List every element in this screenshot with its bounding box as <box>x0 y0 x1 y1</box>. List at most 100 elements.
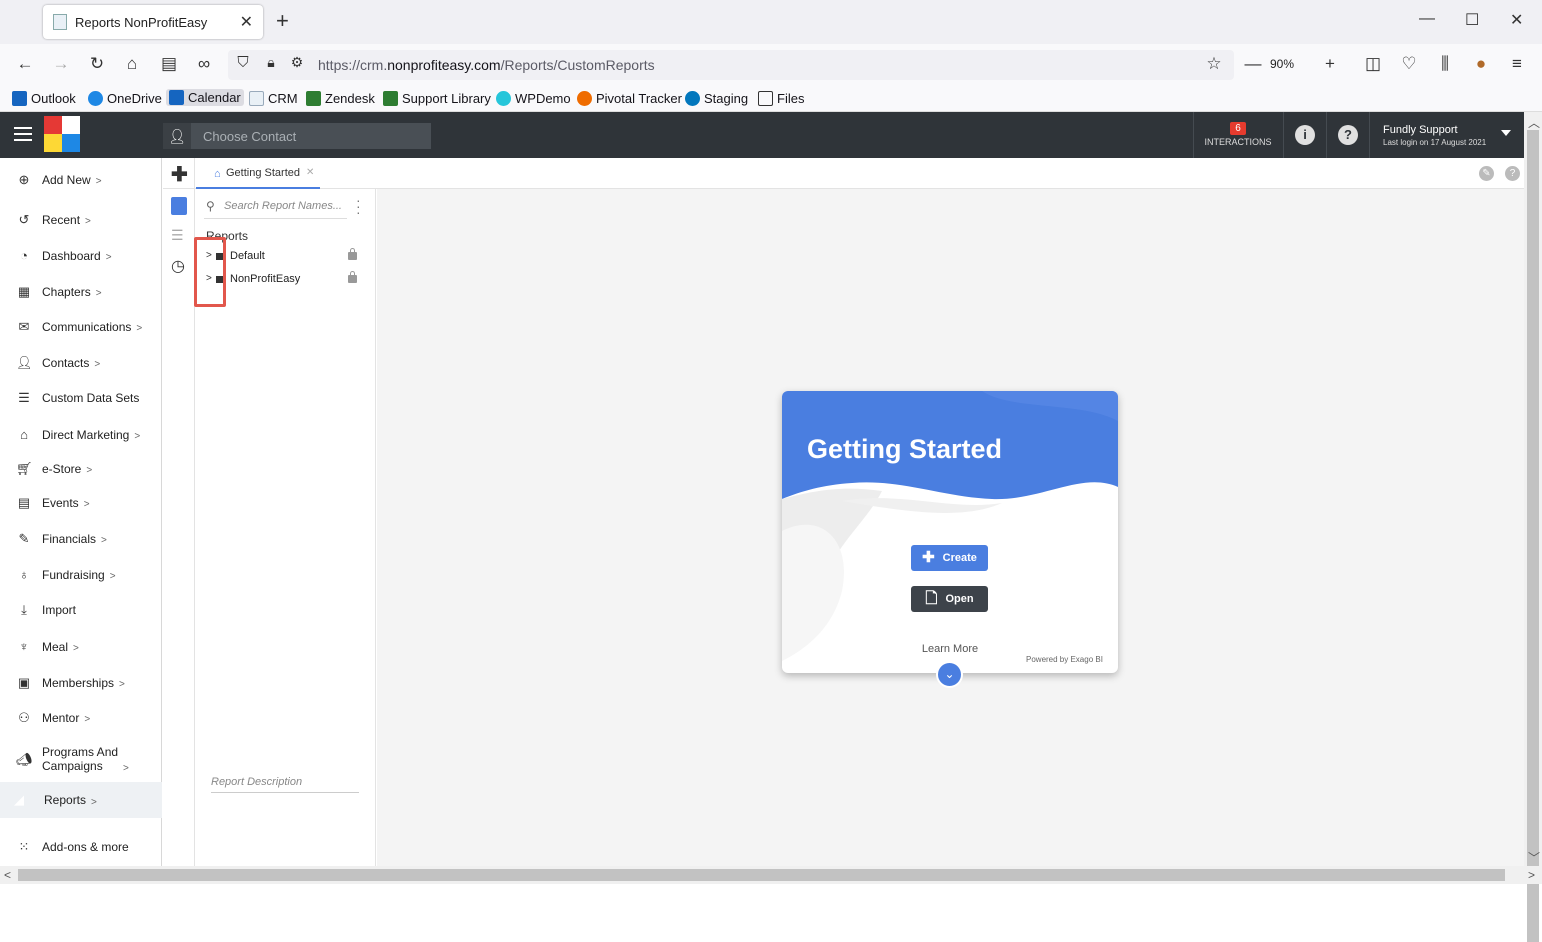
bookmark-onedrive[interactable]: OneDrive <box>88 91 162 106</box>
vertical-scrollbar[interactable]: ︿ ﹀ <box>1524 112 1542 942</box>
staging-icon <box>685 91 700 106</box>
hamburger-menu-icon[interactable] <box>14 127 32 145</box>
nav-direct-marketing[interactable]: ⌂ Direct Marketing > <box>0 427 162 442</box>
nav-chapters[interactable]: ▦ Chapters > <box>0 284 162 299</box>
nav-contacts[interactable]: 👤︎ Contacts > <box>0 355 162 370</box>
bookmark-crm[interactable]: CRM <box>249 91 298 106</box>
sidebar-icon[interactable]: ◫ <box>1362 54 1384 74</box>
data-icon[interactable]: ☰ <box>171 227 187 245</box>
url-bar[interactable]: ⛉ 🔒︎ ⚙ https://crm.nonprofiteasy.com/Rep… <box>228 50 1234 80</box>
bookmark-support-library[interactable]: Support Library <box>383 91 491 106</box>
learn-more-link[interactable]: Learn More <box>782 643 1118 655</box>
zoom-level[interactable]: 90% <box>1270 57 1294 71</box>
nav-events[interactable]: ▤ Events > <box>0 495 162 510</box>
container-icon[interactable]: ▤ <box>158 54 180 74</box>
search-icon: ⚲ <box>206 199 215 213</box>
close-tab-icon[interactable]: ✕ <box>306 167 314 178</box>
nav-dashboard[interactable]: ◔ Dashboard > <box>0 248 162 263</box>
nav-programs-and-campaigns[interactable]: 📣︎ Programs And Campaigns > <box>0 745 162 775</box>
new-tab-icon[interactable]: + <box>276 9 289 33</box>
lock-icon <box>348 271 357 283</box>
nav-mentor[interactable]: ⚇ Mentor > <box>0 710 162 725</box>
folder-nonprofiteasy[interactable]: > NonProfitEasy <box>206 271 361 290</box>
vertical-scroll-thumb[interactable] <box>1527 130 1539 942</box>
scroll-down-icon[interactable]: ﹀ <box>1528 849 1540 866</box>
nav-communications[interactable]: ✉ Communications > <box>0 319 162 334</box>
shield-icon[interactable]: ⛉ <box>232 54 254 71</box>
id-card-icon: ▣ <box>17 674 31 690</box>
horizontal-scrollbar[interactable]: < > <box>0 866 1542 884</box>
minimize-icon[interactable]: — <box>1419 10 1435 28</box>
help-icon[interactable]: ? <box>1338 125 1358 145</box>
bookmark-wpdemo[interactable]: WPDemo <box>496 91 571 106</box>
nav-meal[interactable]: ♆ Meal > <box>0 639 162 654</box>
user-dropdown-icon[interactable] <box>1501 130 1511 136</box>
nav-fundraising[interactable]: ♁ Fundraising > <box>0 567 162 582</box>
chevron-right-icon: > <box>83 499 90 510</box>
scroll-right-icon[interactable]: > <box>1528 868 1535 882</box>
interactions-button[interactable]: 6 INTERACTIONS <box>1204 120 1272 147</box>
browser-toolbar: ← → ↻ ⌂ ▤ ∞ ⛉ 🔒︎ ⚙ https://crm.nonprofit… <box>0 44 1542 86</box>
scroll-left-icon[interactable]: < <box>4 868 11 882</box>
app-logo[interactable] <box>44 116 80 152</box>
window-close-icon[interactable]: ✕ <box>1510 10 1523 30</box>
lock-icon[interactable]: 🔒︎ <box>260 54 282 71</box>
report-search[interactable]: ⚲ Search Report Names... <box>204 195 347 219</box>
nav-reports[interactable]: ◢ Reports > <box>0 782 162 818</box>
back-icon[interactable]: ← <box>14 54 36 74</box>
help-icon[interactable]: ? <box>1505 166 1520 181</box>
browser-tab[interactable]: Reports NonProfitEasy ✕ <box>43 5 263 39</box>
home-icon[interactable]: ⌂ <box>121 54 143 74</box>
bookmark-pivotal-tracker[interactable]: Pivotal Tracker <box>577 91 682 106</box>
user-menu[interactable]: Fundly Support Last login on 17 August 2… <box>1383 124 1486 147</box>
reload-icon[interactable]: ↻ <box>86 54 108 74</box>
forward-icon[interactable]: → <box>50 54 72 74</box>
bookmark-star-icon[interactable]: ☆ <box>1203 54 1225 74</box>
nav-import[interactable]: ⤓ Import <box>0 603 162 618</box>
account-avatar-icon[interactable]: ● <box>1470 54 1492 74</box>
scroll-up-icon[interactable]: ︿ <box>1528 114 1540 131</box>
nav-add-ons[interactable]: ⁙ Add-ons & more <box>0 840 162 855</box>
horizontal-scroll-thumb[interactable] <box>18 869 1505 881</box>
bookmark-staging[interactable]: Staging <box>685 91 748 106</box>
page-favicon-icon <box>53 14 67 30</box>
reports-file-icon[interactable] <box>171 197 187 215</box>
private-mask-icon[interactable]: ∞ <box>193 54 215 74</box>
nav-custom-data-sets[interactable]: ☰ Custom Data Sets <box>0 391 162 406</box>
library-icon[interactable]: ⫼ <box>1434 54 1456 74</box>
folder-default[interactable]: > Default <box>206 248 361 267</box>
bookmark-files[interactable]: Files <box>758 91 804 106</box>
choose-contact-field[interactable]: 👤︎ Choose Contact <box>163 123 431 149</box>
more-options-icon[interactable]: · · · <box>356 193 361 219</box>
utensils-icon: ♆ <box>19 638 29 654</box>
settings-icon[interactable]: ✎ <box>1479 166 1494 181</box>
highlight-annotation <box>194 237 226 307</box>
folder-icon <box>758 91 773 106</box>
bookmark-outlook[interactable]: Outlook <box>12 91 76 106</box>
maximize-icon[interactable]: ☐ <box>1465 10 1479 30</box>
create-button[interactable]: ✚ Create <box>911 545 988 571</box>
bookmark-zendesk[interactable]: Zendesk <box>306 91 375 106</box>
nav-memberships[interactable]: ▣ Memberships > <box>0 675 162 690</box>
open-button[interactable]: 🗋︎ Open <box>911 586 988 612</box>
info-icon[interactable]: i <box>1295 125 1315 145</box>
chevron-down-icon[interactable]: ⌄ <box>936 661 963 688</box>
nav-recent[interactable]: ↺ Recent > <box>0 212 162 227</box>
contact-placeholder: Choose Contact <box>203 129 297 144</box>
permissions-icon[interactable]: ⚙ <box>286 54 308 71</box>
add-report-icon[interactable]: ✚ <box>171 162 188 187</box>
menu-icon[interactable]: ≡ <box>1506 54 1528 74</box>
nav-financials[interactable]: ✎ Financials > <box>0 531 162 546</box>
close-tab-icon[interactable]: ✕ <box>240 12 253 32</box>
card-title: Getting Started <box>807 434 1003 464</box>
tab-getting-started[interactable]: ⌂ Getting Started ✕ <box>196 158 320 189</box>
zoom-in-icon[interactable]: + <box>1319 54 1341 74</box>
pocket-icon[interactable]: ♡ <box>1398 54 1420 74</box>
zoom-out-icon[interactable]: — <box>1242 54 1264 74</box>
bookmark-calendar[interactable]: Calendar <box>166 89 244 106</box>
chevron-right-icon: > <box>95 176 102 187</box>
nav-e-store[interactable]: 🛒︎ e-Store > <box>0 461 162 476</box>
scheduler-clock-icon[interactable]: ◷ <box>171 256 187 275</box>
report-description[interactable]: Report Description <box>211 776 359 793</box>
nav-add-new[interactable]: ⊕ Add New > <box>0 172 162 187</box>
